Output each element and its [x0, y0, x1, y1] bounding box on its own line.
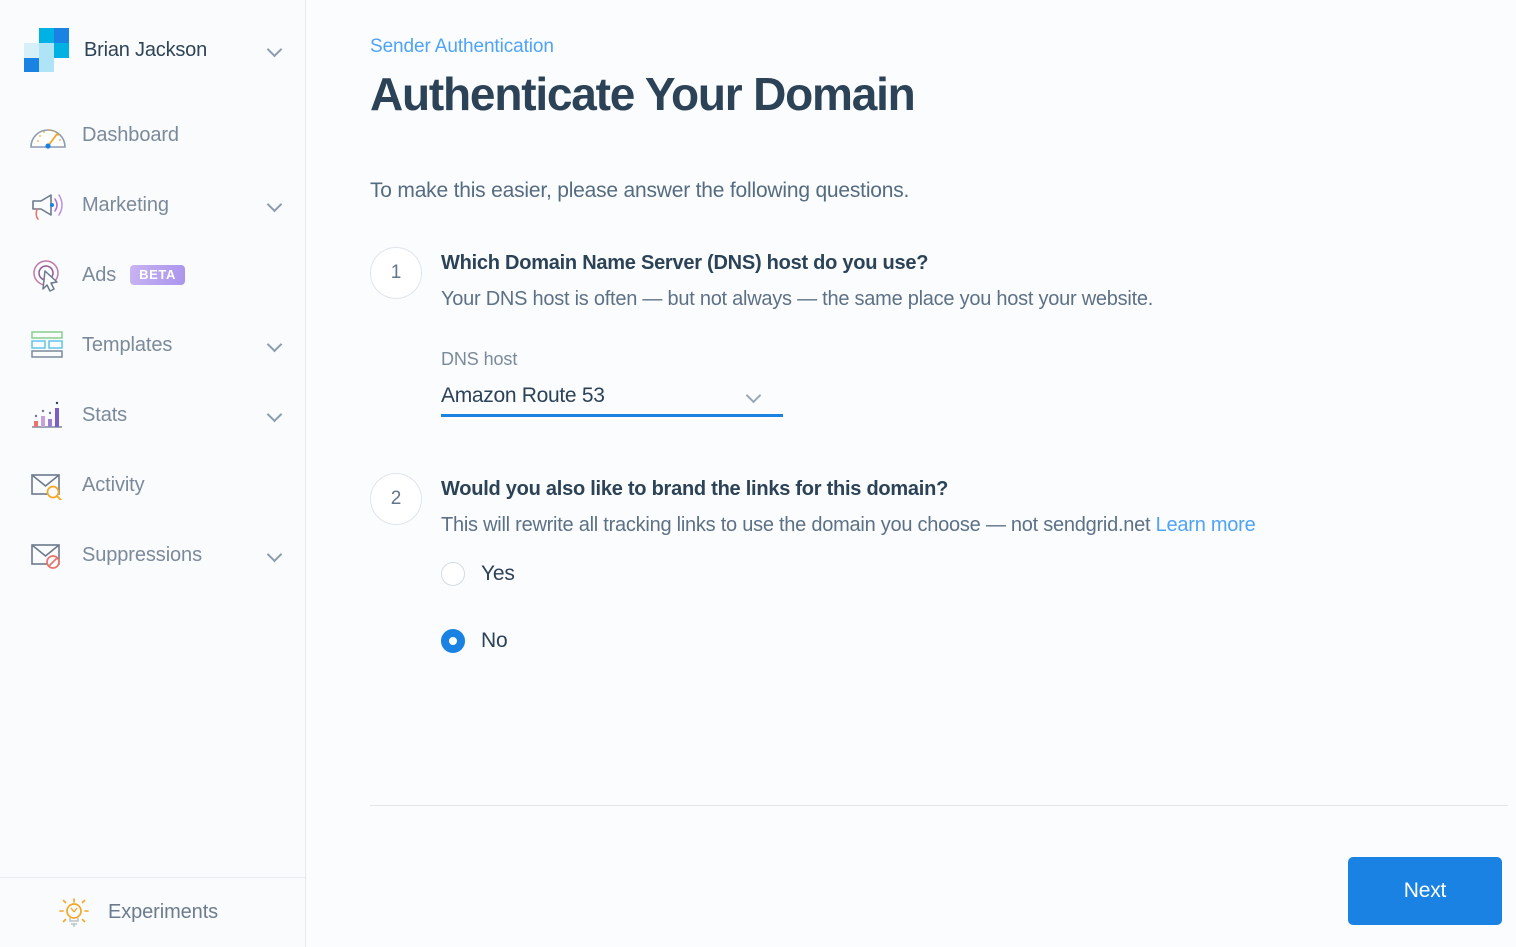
- sidebar-item-label: Dashboard: [82, 123, 179, 146]
- content-wrapper: Sender Authentication Authenticate Your …: [306, 0, 1516, 653]
- question-title: Would you also like to brand the links f…: [441, 477, 949, 500]
- sidebar-item-label: Ads: [82, 263, 117, 286]
- sidebar-item-experiments[interactable]: Experiments: [0, 877, 305, 947]
- breadcrumb[interactable]: Sender Authentication: [370, 36, 1516, 58]
- lightbulb-icon: [52, 891, 96, 935]
- account-switcher[interactable]: Brian Jackson: [0, 0, 305, 100]
- dns-host-value: Amazon Route 53: [441, 384, 605, 408]
- dns-host-field: DNS host Amazon Route 53: [441, 349, 783, 417]
- question-2: 2 Would you also like to brand the links…: [370, 472, 1516, 653]
- chevron-down-icon[interactable]: [267, 42, 283, 58]
- megaphone-icon: [26, 183, 70, 227]
- next-button[interactable]: Next: [1348, 857, 1502, 925]
- question-body: Would you also like to brand the links f…: [441, 473, 1516, 653]
- question-1: 1 Which Domain Name Server (DNS) host do…: [370, 246, 1516, 417]
- radio-label: No: [481, 628, 508, 652]
- page-title: Authenticate Your Domain: [370, 68, 916, 120]
- envelope-block-icon: [26, 533, 70, 577]
- question-number: 2: [370, 472, 422, 525]
- templates-icon: [26, 323, 70, 367]
- question-subtitle: Your DNS host is often — but not always …: [441, 287, 1154, 310]
- ad-cursor-icon: [26, 253, 70, 297]
- radio-label: Yes: [481, 561, 515, 585]
- chevron-down-icon[interactable]: [267, 197, 283, 213]
- radio-icon[interactable]: [441, 561, 465, 586]
- status-badge: BETA: [130, 265, 185, 285]
- sidebar-item-dashboard[interactable]: Dashboard: [0, 100, 305, 170]
- sidebar-item-suppressions[interactable]: Suppressions: [0, 520, 305, 590]
- sidebar-footer-label: Experiments: [108, 901, 219, 923]
- sidebar-item-label: Marketing: [82, 193, 169, 216]
- bar-chart-icon: [26, 393, 70, 437]
- question-body: Which Domain Name Server (DNS) host do y…: [441, 247, 1516, 417]
- sidebar-item-stats[interactable]: Stats: [0, 380, 305, 450]
- chevron-down-icon[interactable]: [747, 390, 761, 404]
- chevron-down-icon[interactable]: [267, 337, 283, 353]
- gauge-icon: [26, 113, 70, 157]
- question-title: Which Domain Name Server (DNS) host do y…: [441, 251, 929, 274]
- radio-icon-selected[interactable]: [441, 628, 465, 653]
- radio-option-yes[interactable]: Yes: [441, 561, 1516, 586]
- dns-host-select[interactable]: Amazon Route 53: [441, 379, 783, 417]
- radio-option-no[interactable]: No: [441, 628, 1516, 653]
- question-subtitle: This will rewrite all tracking links to …: [441, 514, 1516, 537]
- sidebar-scroll-area[interactable]: Brian Jackson Dashboard Marketing Ads BE…: [0, 0, 305, 877]
- learn-more-link[interactable]: Learn more: [1156, 514, 1256, 536]
- sidebar-item-label: Suppressions: [82, 543, 202, 566]
- sidebar-item-ads[interactable]: Ads BETA: [0, 240, 305, 310]
- sidebar-item-templates[interactable]: Templates: [0, 310, 305, 380]
- intro-text: To make this easier, please answer the f…: [370, 178, 910, 202]
- account-name: Brian Jackson: [84, 38, 208, 61]
- chevron-down-icon[interactable]: [267, 547, 283, 563]
- question-number: 1: [370, 246, 422, 299]
- chevron-down-icon[interactable]: [267, 407, 283, 423]
- sidebar-item-label: Stats: [82, 403, 128, 426]
- sidebar: Brian Jackson Dashboard Marketing Ads BE…: [0, 0, 306, 947]
- section-divider: [370, 805, 1508, 806]
- envelope-search-icon: [26, 463, 70, 507]
- question-subtitle-text: This will rewrite all tracking links to …: [441, 513, 1156, 536]
- sidebar-item-marketing[interactable]: Marketing: [0, 170, 305, 240]
- app-root: Brian Jackson Dashboard Marketing Ads BE…: [0, 0, 1516, 947]
- sidebar-item-label: Activity: [82, 473, 145, 496]
- sendgrid-logo-icon: [24, 28, 70, 72]
- sidebar-item-label: Templates: [82, 333, 173, 356]
- main-content: Sender Authentication Authenticate Your …: [306, 0, 1516, 947]
- dns-host-label: DNS host: [441, 348, 518, 369]
- sidebar-item-activity[interactable]: Activity: [0, 450, 305, 520]
